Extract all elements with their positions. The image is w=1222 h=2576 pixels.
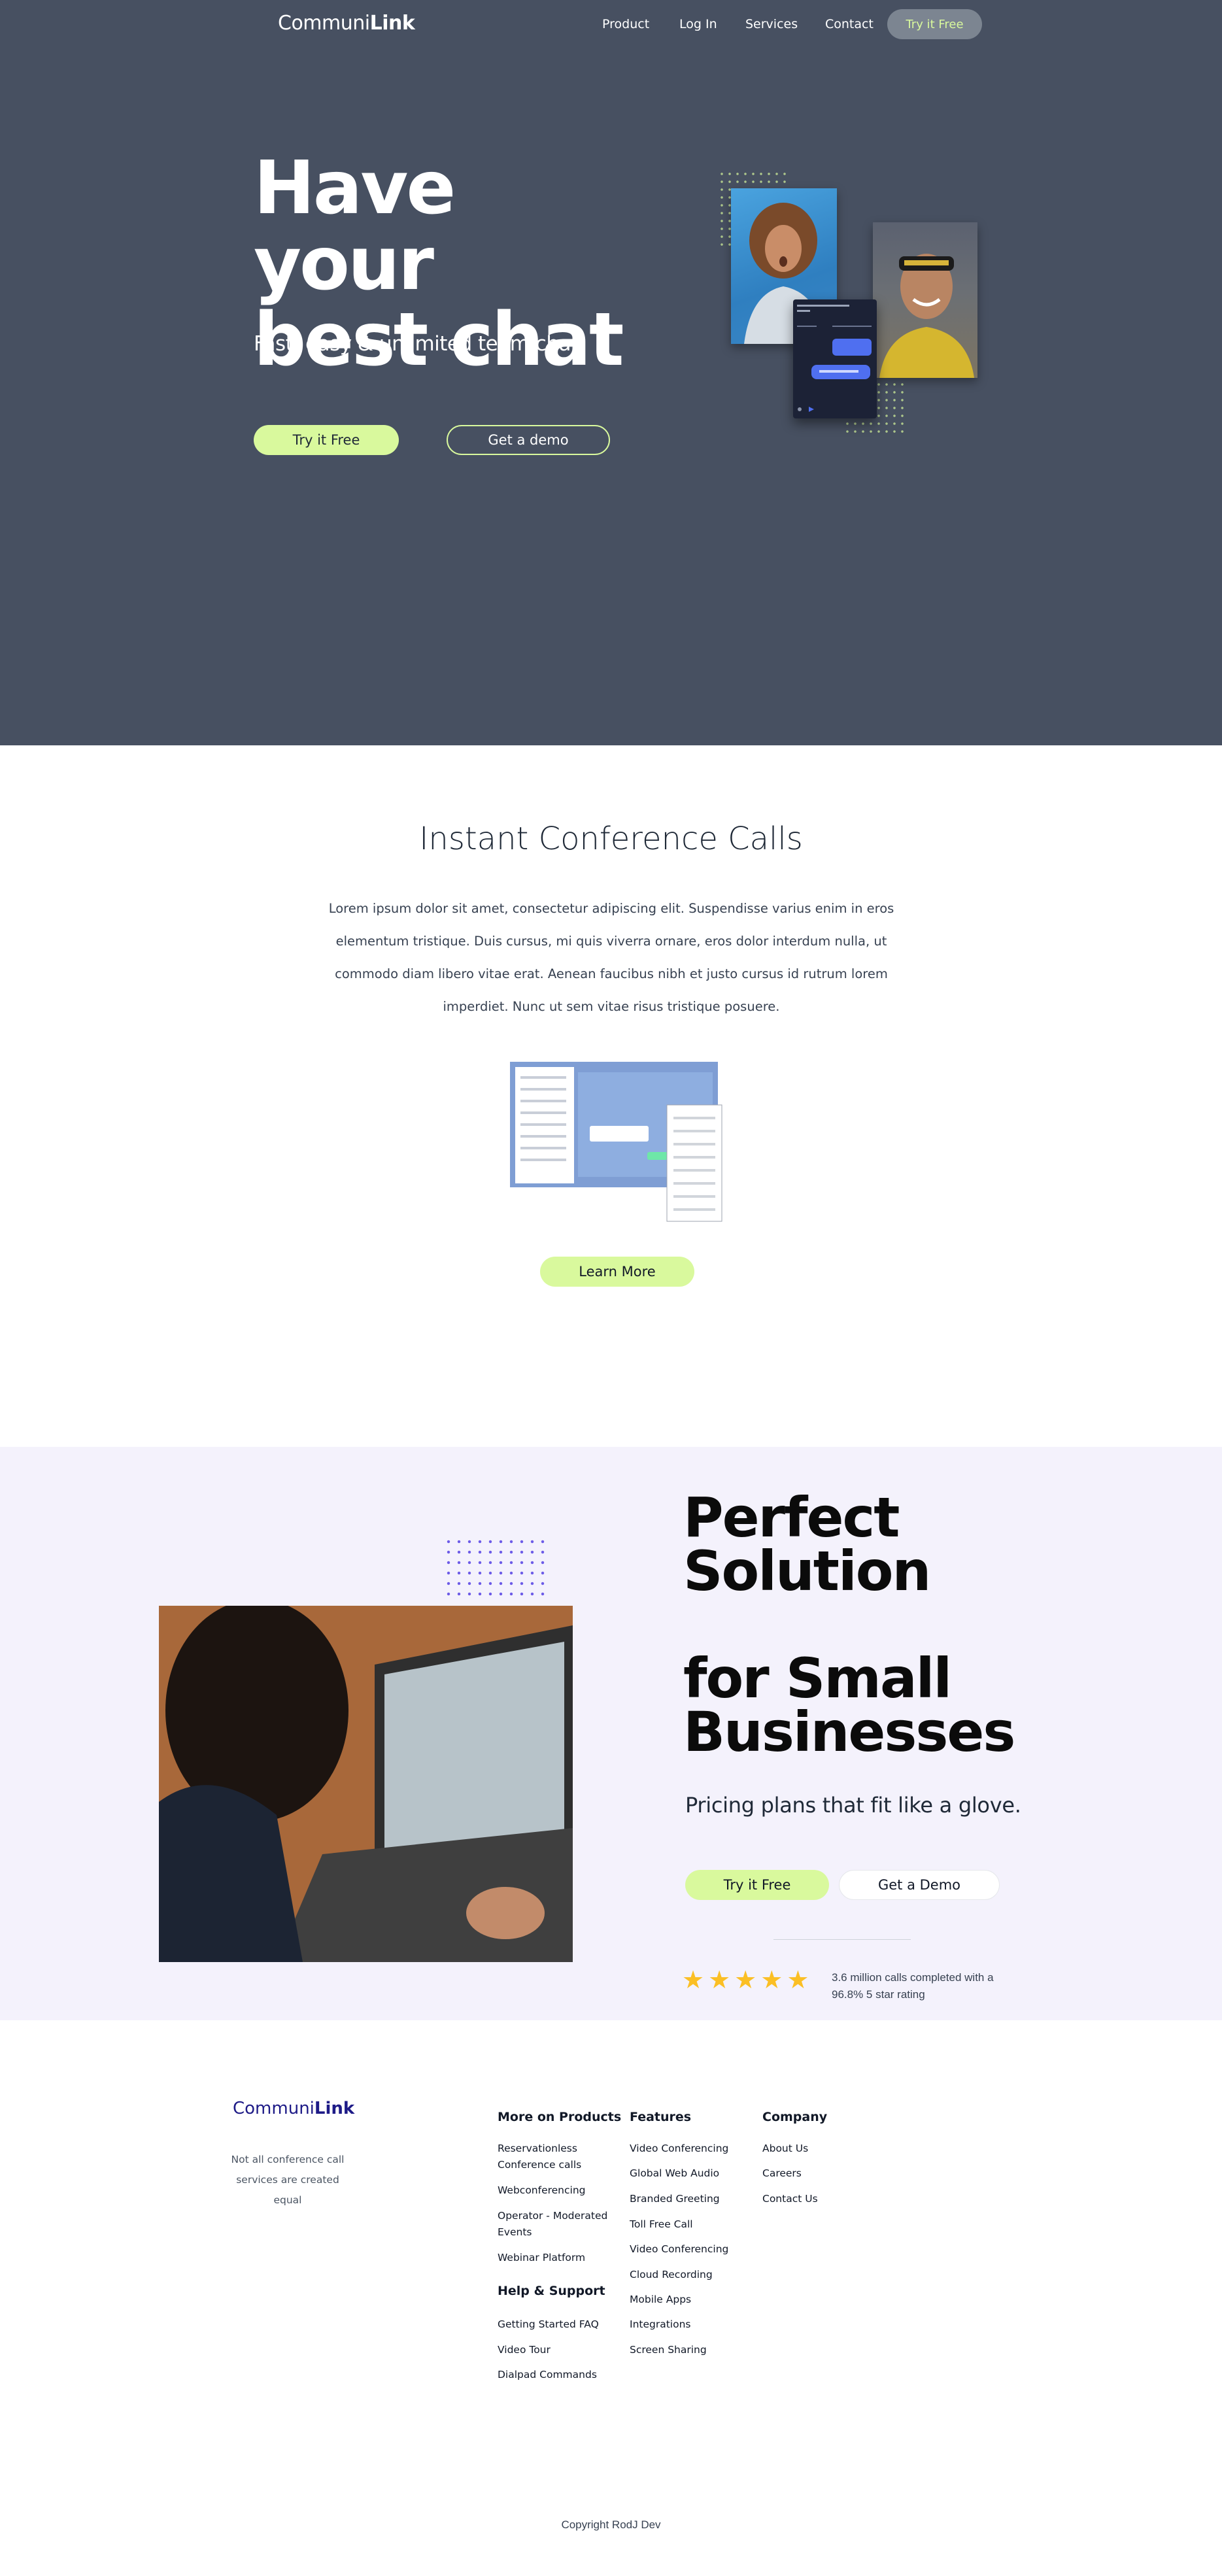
footer-link-integrations[interactable]: Integrations [630, 2316, 690, 2333]
footer-link-operator-events[interactable]: Operator - Moderated Events [498, 2208, 609, 2241]
divider [773, 1939, 911, 1940]
hero-subtitle: Fast, easy & unlimited team chat [254, 332, 579, 356]
conference-app-screenshot [510, 1054, 726, 1224]
nav-link-login[interactable]: Log In [679, 17, 717, 31]
footer-tagline: Not all conference call services are cre… [231, 2154, 345, 2206]
nav-try-free-button[interactable]: Try it Free [887, 9, 982, 39]
footer-link-contact-us[interactable]: Contact Us [762, 2191, 818, 2207]
rating-text: 3.6 million calls completed with a 96.8%… [832, 1971, 994, 2001]
star-icon: ★ [787, 1967, 809, 1994]
star-icon: ★ [734, 1967, 757, 1994]
footer-link-screen-sharing[interactable]: Screen Sharing [630, 2342, 707, 2358]
footer-link-video-conferencing[interactable]: Video Conferencing [630, 2141, 728, 2157]
hero-try-free-button[interactable]: Try it Free [254, 425, 399, 455]
nav-link-contact[interactable]: Contact [825, 17, 874, 31]
footer-heading-features: Features [630, 2110, 692, 2124]
man-photo [873, 222, 977, 378]
conference-body: Lorem ipsum dolor sit amet, consectetur … [328, 901, 894, 1014]
footer-link-webinar-platform[interactable]: Webinar Platform [498, 2250, 585, 2266]
solution-get-demo-button[interactable]: Get a Demo [839, 1870, 1000, 1900]
hero-title-line1: Have your [254, 146, 456, 307]
footer-heading-products: More on Products [498, 2110, 622, 2124]
footer-link-webconferencing[interactable]: Webconferencing [498, 2182, 586, 2199]
hero-section: CommuniLink Product Log In Services Cont… [0, 0, 1222, 745]
footer-link-dialpad-commands[interactable]: Dialpad Commands [498, 2367, 597, 2383]
footer-link-careers[interactable]: Careers [762, 2165, 802, 2182]
footer-link-video-conferencing-2[interactable]: Video Conferencing [630, 2241, 728, 2258]
learn-more-button[interactable]: Learn More [540, 1257, 694, 1287]
footer-brand-suffix: Link [314, 2099, 355, 2118]
hero-get-demo-button[interactable]: Get a demo [447, 425, 610, 455]
copyright: Copyright RodJ Dev [561, 2518, 661, 2531]
top-nav: Product Log In Services Contact Try it F… [0, 9, 1222, 39]
footer-link-about-us[interactable]: About Us [762, 2141, 808, 2157]
footer-link-global-web-audio[interactable]: Global Web Audio [630, 2165, 719, 2182]
hero-image-collage [713, 169, 977, 443]
solution-title: Perfect Solution for Small Businesses [683, 1485, 1015, 1764]
footer-heading-help: Help & Support [498, 2284, 605, 2298]
video-call-laptop-photo [159, 1606, 573, 1962]
nav-link-product[interactable]: Product [602, 17, 649, 31]
nav-link-services[interactable]: Services [745, 17, 798, 31]
footer-link-getting-started[interactable]: Getting Started FAQ [498, 2316, 599, 2333]
solution-subtitle: Pricing plans that fit like a glove. [685, 1793, 1021, 1818]
footer-link-video-tour[interactable]: Video Tour [498, 2342, 551, 2358]
footer-link-reservationless[interactable]: Reservationless Conference calls [498, 2141, 609, 2173]
star-icon: ★ [708, 1967, 731, 1994]
dot-pattern-purple [443, 1536, 551, 1602]
footer-link-mobile-apps[interactable]: Mobile Apps [630, 2292, 691, 2308]
footer-link-branded-greeting[interactable]: Branded Greeting [630, 2191, 720, 2207]
conference-title: Instant Conference Calls [419, 821, 803, 857]
footer-brand-prefix: Communi [233, 2099, 314, 2118]
solution-try-free-button[interactable]: Try it Free [685, 1870, 829, 1900]
chat-phone-mockup [793, 299, 877, 418]
footer-link-toll-free-call[interactable]: Toll Free Call [630, 2216, 693, 2233]
star-icon: ★ [760, 1967, 783, 1994]
rating-stars: ★ ★ ★ ★ ★ [682, 1968, 809, 1993]
footer-brand-logo[interactable]: CommuniLink [233, 2099, 354, 2118]
star-icon: ★ [682, 1967, 705, 1994]
footer-heading-company: Company [762, 2110, 828, 2124]
footer-link-cloud-recording[interactable]: Cloud Recording [630, 2267, 713, 2283]
